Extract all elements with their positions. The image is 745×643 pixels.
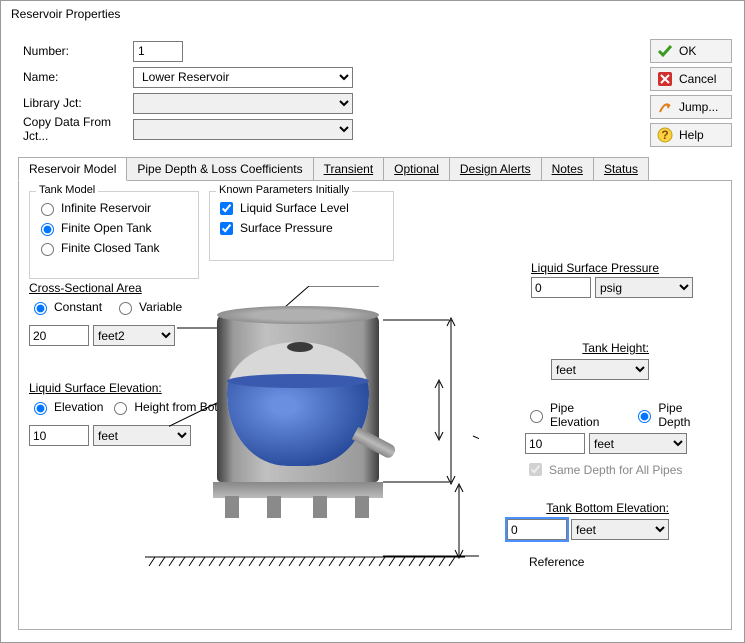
- tbe-unit[interactable]: feet: [571, 519, 669, 540]
- tab-transient[interactable]: Transient: [313, 157, 385, 181]
- tank-diagram: [169, 286, 479, 571]
- tank-height-block: Tank Height: feet: [459, 341, 649, 380]
- radio-finite-closed[interactable]: Finite Closed Tank: [36, 238, 192, 258]
- reference-label: Reference: [529, 555, 584, 569]
- tank-model-legend: Tank Model: [36, 184, 98, 196]
- tank-model-group: Tank Model Infinite Reservoir Finite Ope…: [29, 191, 199, 279]
- tab-optional[interactable]: Optional: [383, 157, 450, 181]
- cross-section-unit[interactable]: feet2: [93, 325, 175, 346]
- lsp-title: Liquid Surface Pressure: [531, 261, 711, 275]
- copy-label: Copy Data From Jct...: [23, 115, 133, 143]
- tab-reservoir-model[interactable]: Reservoir Model: [18, 157, 127, 181]
- library-select[interactable]: [133, 93, 353, 114]
- radio-pipe-elevation[interactable]: Pipe Elevation: [525, 405, 623, 425]
- name-label: Name:: [23, 70, 133, 84]
- check-surface-pressure[interactable]: Surface Pressure: [216, 218, 387, 238]
- tab-notes[interactable]: Notes: [541, 157, 594, 181]
- header-form: Number: Name: Lower Reservoir Library Jc…: [23, 39, 403, 143]
- radio-finite-open[interactable]: Finite Open Tank: [36, 218, 192, 238]
- radio-elevation[interactable]: Elevation: [29, 397, 103, 417]
- number-label: Number:: [23, 44, 133, 58]
- number-input[interactable]: [133, 41, 183, 62]
- tank-height-title: Tank Height:: [459, 341, 649, 355]
- ok-button[interactable]: OK: [650, 39, 732, 63]
- cancel-button[interactable]: Cancel: [650, 67, 732, 91]
- tab-pipe-depth[interactable]: Pipe Depth & Loss Coefficients: [126, 157, 313, 181]
- lse-value[interactable]: [29, 425, 89, 446]
- tab-panel: Tank Model Infinite Reservoir Finite Ope…: [18, 180, 732, 630]
- cross-section-title: Cross-Sectional Area: [29, 281, 182, 295]
- same-depth-label: Same Depth for All Pipes: [549, 463, 682, 477]
- side-buttons: OK Cancel Jump... ? Help: [650, 39, 732, 151]
- help-icon: ?: [657, 127, 673, 143]
- tank-bottom-elevation-block: Tank Bottom Elevation: feet: [459, 501, 669, 540]
- liquid-surface-pressure-block: Liquid Surface Pressure psig: [531, 261, 711, 298]
- tab-design-alerts[interactable]: Design Alerts: [449, 157, 542, 181]
- cross-section-block: Cross-Sectional Area Constant Variable f…: [29, 281, 182, 346]
- svg-text:?: ?: [661, 128, 668, 142]
- radio-pipe-depth[interactable]: Pipe Depth: [633, 405, 715, 425]
- radio-infinite[interactable]: Infinite Reservoir: [36, 198, 192, 218]
- library-label: Library Jct:: [23, 96, 133, 110]
- name-select[interactable]: Lower Reservoir: [133, 67, 353, 88]
- pipe-unit[interactable]: feet: [589, 433, 687, 454]
- jump-label: Jump...: [679, 100, 718, 114]
- tbe-value[interactable]: [507, 519, 567, 540]
- known-params-group: Known Parameters Initially Liquid Surfac…: [209, 191, 394, 261]
- tank-height-unit[interactable]: feet: [551, 359, 649, 380]
- lsp-unit[interactable]: psig: [595, 277, 693, 298]
- pipe-value[interactable]: [525, 433, 585, 454]
- tab-strip: Reservoir Model Pipe Depth & Loss Coeffi…: [18, 157, 648, 181]
- same-depth-check: [529, 463, 542, 476]
- check-liquid-level[interactable]: Liquid Surface Level: [216, 198, 387, 218]
- jump-icon: [657, 99, 673, 115]
- tab-status[interactable]: Status: [593, 157, 649, 181]
- help-label: Help: [679, 128, 704, 142]
- lsp-value[interactable]: [531, 277, 591, 298]
- copy-select[interactable]: [133, 119, 353, 140]
- cancel-label: Cancel: [679, 72, 716, 86]
- known-legend: Known Parameters Initially: [216, 184, 352, 196]
- cross-section-value[interactable]: [29, 325, 89, 346]
- x-icon: [657, 71, 673, 87]
- tbe-title: Tank Bottom Elevation:: [459, 501, 669, 515]
- check-icon: [657, 43, 673, 59]
- same-depth-row: Same Depth for All Pipes: [525, 460, 715, 479]
- ok-label: OK: [679, 44, 696, 58]
- dialog-title: Reservoir Properties: [1, 1, 744, 25]
- pipe-block: Pipe Elevation Pipe Depth feet Same Dept…: [525, 405, 715, 479]
- jump-button[interactable]: Jump...: [650, 95, 732, 119]
- help-button[interactable]: ? Help: [650, 123, 732, 147]
- radio-constant[interactable]: Constant: [29, 297, 102, 317]
- dialog-window: Reservoir Properties Number: Name: Lower…: [0, 0, 745, 643]
